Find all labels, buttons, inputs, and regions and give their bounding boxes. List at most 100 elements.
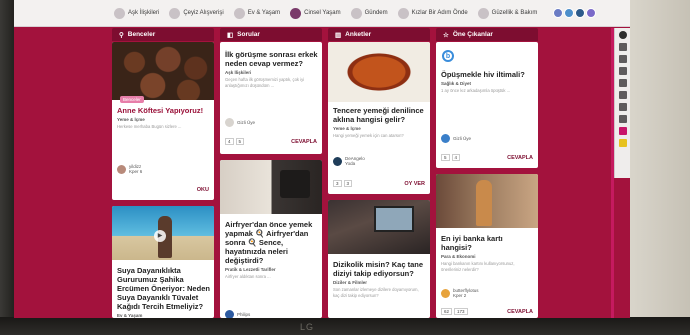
card-title: Tencere yemeği denilince aklına hangisi … bbox=[333, 106, 424, 124]
card-author[interactable]: Gizli Üye bbox=[441, 134, 471, 143]
nav-label: Güzellik & Bakım bbox=[491, 10, 538, 16]
card-category: Ev & Yaşam bbox=[117, 313, 143, 318]
card-tencere[interactable]: Tencere yemeği denilince aklına hangisi … bbox=[328, 42, 430, 194]
card-excerpt: Son zamanlar izlemeye dizilere doyamıyor… bbox=[333, 287, 419, 298]
card-author[interactable]: DeAngelo Yoda bbox=[333, 156, 365, 166]
card-suya-dayanikli[interactable]: ▶ Suya Dayanıklıkta Gururumuz Şahika Erc… bbox=[112, 206, 214, 318]
author-level: Yoda bbox=[345, 161, 356, 166]
vote-button[interactable]: OY VER bbox=[404, 181, 425, 187]
beauty-icon bbox=[477, 7, 489, 19]
card-anne-koftesi[interactable]: Benceler Anne Köftesi Yapıyoruz! Yeme & … bbox=[112, 42, 214, 200]
card-category: Yeme & İçme bbox=[117, 117, 145, 122]
girls-icon bbox=[397, 7, 409, 19]
card-excerpt: Airfryer aldıktan sonra ... bbox=[225, 274, 271, 279]
count: 4 bbox=[451, 154, 461, 161]
brand-b-icon: b bbox=[442, 50, 454, 62]
lightbulb-icon[interactable] bbox=[618, 31, 627, 39]
star-icon: ☆ bbox=[443, 31, 449, 39]
author-name: Gizli Üye bbox=[237, 120, 256, 125]
side-toolbar bbox=[614, 28, 630, 178]
card-author[interactable]: butterflylotus Kper 2 bbox=[441, 288, 479, 298]
column-header[interactable]: ☆ Öne Çıkanlar bbox=[436, 28, 538, 41]
card-author[interactable]: Philips bbox=[225, 310, 250, 318]
gift-icon bbox=[169, 7, 181, 19]
column-anketler: ▥ Anketler bbox=[328, 28, 430, 41]
nav-label: Ev & Yaşam bbox=[247, 10, 281, 16]
nav-item-ceyiz[interactable]: Çeyiz Alışverişi bbox=[169, 7, 224, 19]
card-ilk-gorusme[interactable]: İlk görüşme sonrası erkek neden cevap ve… bbox=[220, 42, 322, 154]
browser-screen: Aşk İlişkileri Çeyiz Alışverişi Ev & Yaş… bbox=[14, 0, 630, 318]
column-header[interactable]: ◧ Sorular bbox=[220, 28, 322, 41]
count: 5 bbox=[441, 154, 450, 161]
card-category: Pratik & Lezzetli Tarifler bbox=[225, 267, 276, 272]
category-badge: Benceler bbox=[120, 96, 144, 103]
pin-icon: ⚲ bbox=[119, 31, 124, 39]
laptop-screen bbox=[374, 206, 414, 232]
heart-icon bbox=[114, 7, 125, 19]
counts: 33 bbox=[333, 180, 353, 187]
author-name: Gizli Üye bbox=[453, 136, 472, 141]
nav-item-ask[interactable]: Aşk İlişkileri bbox=[114, 7, 160, 19]
author-name: Philips bbox=[237, 312, 251, 317]
card-title: İlk görüşme sonrası erkek neden cevap ve… bbox=[225, 50, 318, 68]
answer-button[interactable]: CEVAPLA bbox=[507, 309, 533, 315]
count: 5 bbox=[235, 138, 245, 145]
avatar bbox=[575, 8, 586, 18]
anonymous-avatar bbox=[441, 134, 450, 143]
card-title: Suya Dayanıklıkta Gururumuz Şahika Ercüm… bbox=[117, 266, 210, 311]
shape-icon[interactable] bbox=[618, 79, 627, 87]
column-sorular: ◧ Sorular bbox=[220, 28, 322, 41]
card-excerpt: Herkese merhaba Bugün sizlere ... bbox=[117, 124, 182, 129]
nav-item-gundem[interactable]: Gündem bbox=[350, 7, 388, 19]
column-header[interactable]: ⚲ Benceler bbox=[112, 28, 214, 41]
color-yellow-swatch[interactable] bbox=[618, 139, 627, 147]
count: 4 bbox=[225, 138, 234, 145]
play-icon[interactable]: ▶ bbox=[154, 230, 166, 242]
column-title: Sorular bbox=[237, 31, 260, 38]
answer-button[interactable]: CEVAPLA bbox=[507, 155, 533, 161]
stew-image bbox=[328, 42, 430, 102]
color-pink-swatch[interactable] bbox=[618, 127, 627, 135]
brush-icon[interactable] bbox=[618, 115, 627, 123]
counts: 54 bbox=[441, 154, 461, 161]
column-one-cikanlar: ☆ Öne Çıkanlar bbox=[436, 28, 538, 41]
card-category: Aşk İlişkileri bbox=[225, 70, 252, 75]
card-title: En iyi banka kartı hangisi? bbox=[441, 234, 503, 252]
eraser-icon[interactable] bbox=[618, 67, 627, 75]
lock-icon[interactable] bbox=[618, 103, 627, 111]
avatar bbox=[553, 8, 564, 18]
text-icon[interactable] bbox=[618, 91, 627, 99]
card-dizikolik[interactable]: Dizikolik misin? Kaç tane diziyi takip e… bbox=[328, 200, 430, 318]
nav-label: Cinsel Yaşam bbox=[304, 10, 341, 16]
column-header[interactable]: ▥ Anketler bbox=[328, 28, 430, 41]
card-airfryer[interactable]: Airfryer'dan önce yemek yapmak 🍳 Airfrye… bbox=[220, 160, 322, 318]
chart-icon: ▥ bbox=[335, 31, 342, 39]
card-title: Dizikolik misin? Kaç tane diziyi takip e… bbox=[333, 260, 424, 278]
read-button[interactable]: OKU bbox=[197, 187, 209, 193]
card-excerpt: Geçen hafta ilk görüşmemizi yaptık, çok … bbox=[225, 77, 305, 88]
nav-item-guzellik[interactable]: Güzellik & Bakım bbox=[477, 7, 538, 19]
count: 3 bbox=[333, 180, 342, 187]
wall-background bbox=[630, 0, 690, 335]
nav-item-cinsel[interactable]: Cinsel Yaşam bbox=[290, 7, 341, 19]
nav-label: Aşk İlişkileri bbox=[128, 10, 160, 16]
column-benceler: ⚲ Benceler bbox=[112, 28, 214, 41]
avatar bbox=[586, 8, 597, 18]
airfryer-device bbox=[280, 170, 310, 198]
card-banka-karti[interactable]: En iyi banka kartı hangisi? Para & Ekono… bbox=[436, 174, 538, 318]
user-avatars[interactable] bbox=[553, 8, 597, 18]
card-author[interactable]: Gizli Üye bbox=[225, 118, 255, 127]
count: 173 bbox=[454, 308, 468, 315]
pen-icon[interactable] bbox=[618, 55, 627, 63]
nav-item-ev[interactable]: Ev & Yaşam bbox=[233, 7, 281, 19]
news-icon bbox=[350, 7, 362, 19]
avatar bbox=[564, 8, 575, 18]
counts: 45 bbox=[225, 138, 245, 145]
cursor-icon[interactable] bbox=[618, 43, 627, 51]
answer-button[interactable]: CEVAPLA bbox=[291, 139, 317, 145]
avatar bbox=[117, 164, 126, 174]
card-opusmek[interactable]: b Öpüşmekle hiv iltimali? Sağlık & Diyet… bbox=[436, 42, 538, 168]
avatar bbox=[441, 288, 450, 298]
nav-item-kizlar[interactable]: Kızlar Bir Adım Önde bbox=[397, 7, 468, 19]
card-author[interactable]: yildizz Kper 6 bbox=[117, 164, 142, 174]
